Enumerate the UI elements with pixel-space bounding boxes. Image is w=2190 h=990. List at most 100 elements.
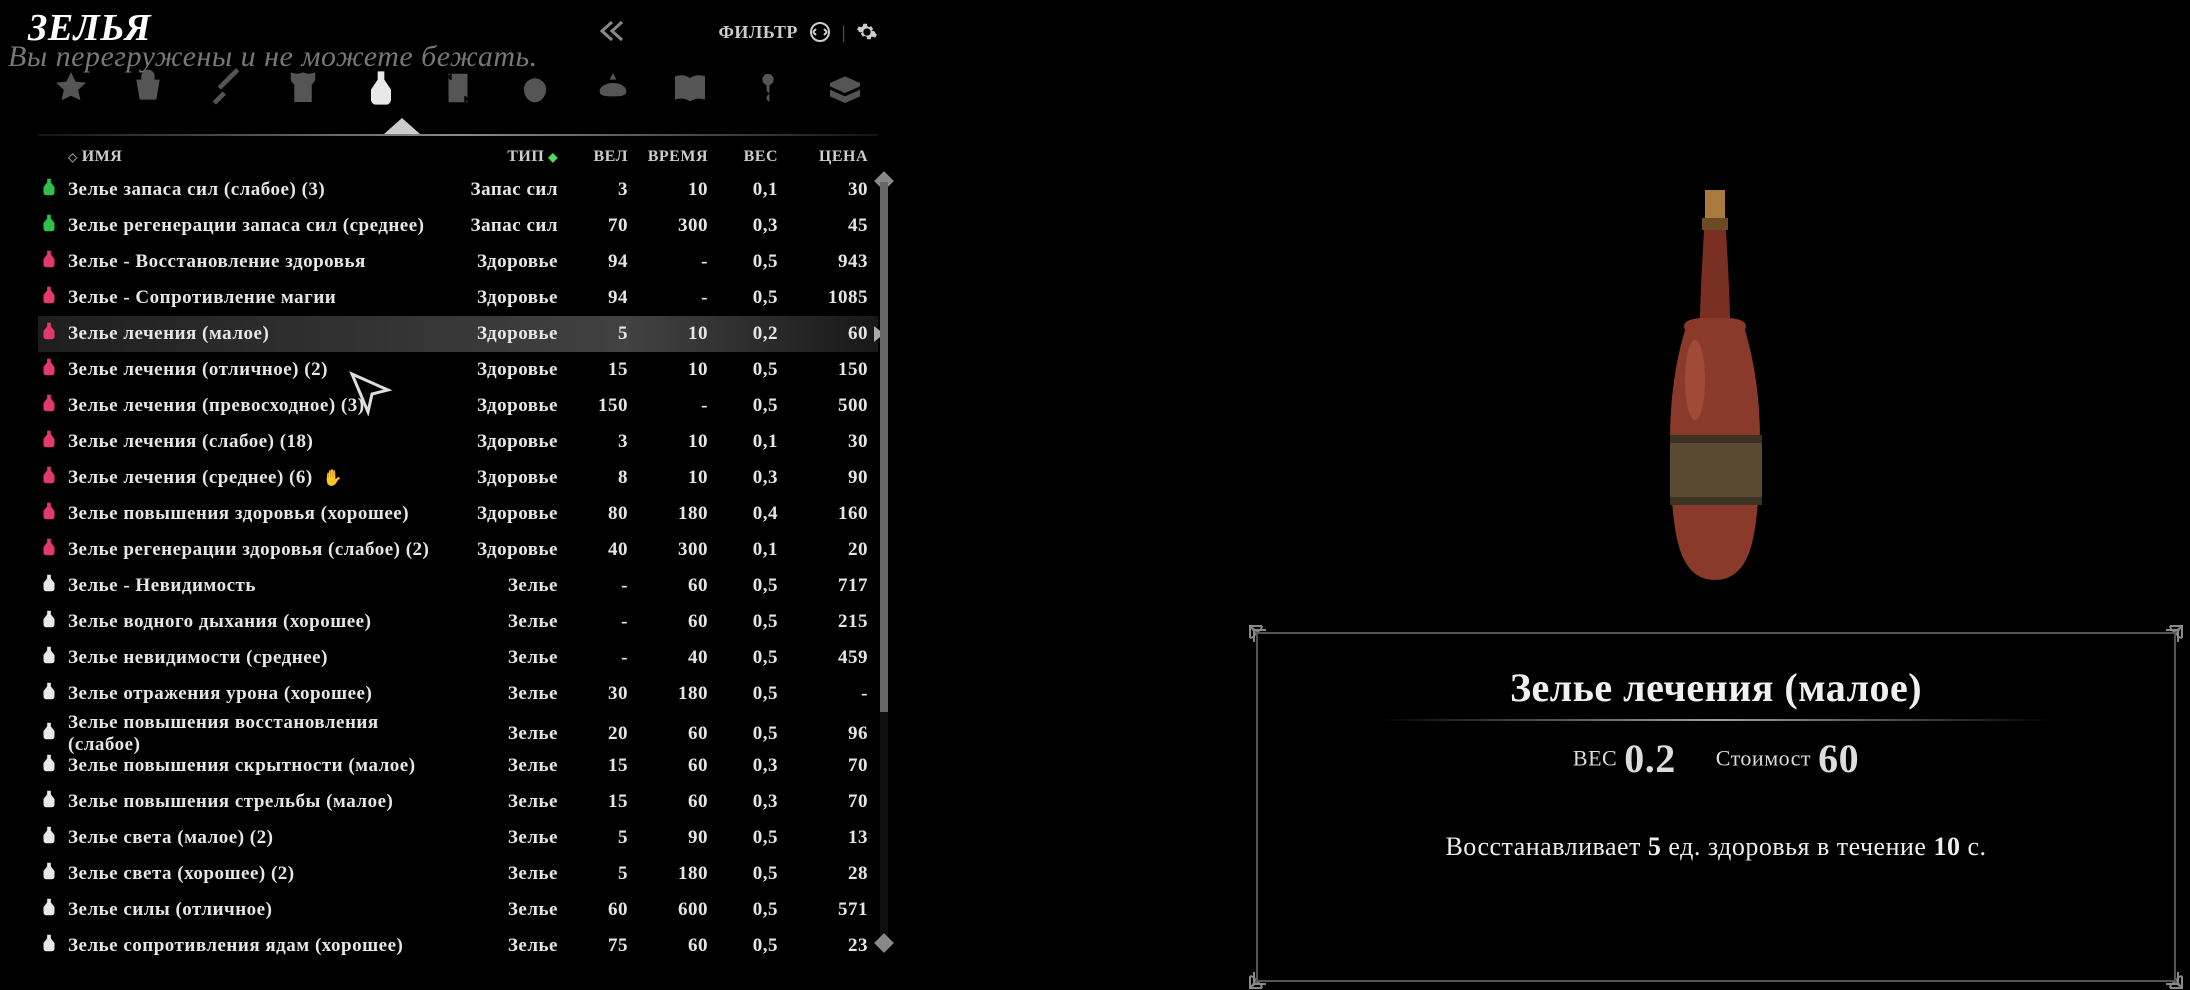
item-duration: -: [628, 287, 708, 309]
item-type: Здоровье: [448, 287, 558, 309]
item-magnitude: -: [558, 611, 628, 633]
item-row[interactable]: Зелье сопротивления ядам (хорошее) Зелье…: [38, 928, 878, 964]
item-magnitude: 5: [558, 863, 628, 885]
item-name: Зелье повышения стрельбы (малое): [68, 791, 448, 813]
corner-ornament-icon: [1248, 624, 1282, 658]
item-magnitude: 3: [558, 431, 628, 453]
item-weight: 0,1: [708, 179, 778, 201]
item-row[interactable]: Зелье силы (отличное) Зелье 60 600 0,5 5…: [38, 892, 878, 928]
gear-icon[interactable]: [856, 21, 878, 43]
item-duration: 10: [628, 179, 708, 201]
item-row[interactable]: Зелье водного дыхания (хорошее) Зелье - …: [38, 604, 878, 640]
item-name: Зелье лечения (среднее) (6)✋: [68, 467, 448, 489]
item-row[interactable]: Зелье лечения (превосходное) (3) Здоровь…: [38, 388, 878, 424]
item-weight: 0,5: [708, 827, 778, 849]
tab-armor[interactable]: [280, 65, 326, 111]
item-preview-image[interactable]: [1630, 180, 1800, 600]
item-type: Зелье: [448, 683, 558, 705]
tab-scrolls[interactable]: [435, 65, 481, 111]
col-dur[interactable]: ВРЕМЯ: [628, 148, 708, 166]
item-name: Зелье повышения восстановления (слабое): [68, 712, 448, 756]
item-value: 571: [778, 899, 868, 921]
item-weight: 0,5: [708, 683, 778, 705]
col-weight[interactable]: ВЕС: [708, 148, 778, 166]
weight-label: ВЕС: [1573, 746, 1617, 771]
item-row[interactable]: Зелье повышения восстановления (слабое) …: [38, 712, 878, 748]
item-row[interactable]: Зелье света (хорошее) (2) Зелье 5 180 0,…: [38, 856, 878, 892]
tab-ingredients[interactable]: [590, 65, 636, 111]
tab-keys[interactable]: [745, 65, 791, 111]
item-value: 30: [778, 179, 868, 201]
item-value: 60: [778, 323, 868, 345]
item-value: 45: [778, 215, 868, 237]
potion-icon: [38, 320, 60, 342]
tab-potions[interactable]: [358, 65, 404, 111]
tab-books[interactable]: [667, 65, 713, 111]
tab-all[interactable]: [125, 65, 171, 111]
item-name: Зелье - Восстановление здоровья: [68, 251, 448, 273]
item-weight: 0,1: [708, 539, 778, 561]
tab-weapons[interactable]: [203, 65, 249, 111]
item-row[interactable]: Зелье регенерации здоровья (слабое) (2) …: [38, 532, 878, 568]
item-row[interactable]: Зелье лечения (малое) Здоровье 5 10 0,2 …: [38, 316, 878, 352]
item-type: Здоровье: [448, 467, 558, 489]
filter-label[interactable]: ФИЛЬТР: [718, 22, 797, 43]
item-magnitude: 8: [558, 467, 628, 489]
item-name: Зелье - Сопротивление магии: [68, 287, 448, 309]
item-magnitude: 94: [558, 287, 628, 309]
item-row[interactable]: Зелье лечения (слабое) (18) Здоровье 3 1…: [38, 424, 878, 460]
grid-header[interactable]: ◇ИМЯ ТИП◆ ВЕЛ ВРЕМЯ ВЕС ЦЕНА: [38, 142, 878, 172]
item-name: Зелье отражения урона (хорошее): [68, 683, 448, 705]
item-weight: 0,5: [708, 647, 778, 669]
item-row[interactable]: Зелье запаса сил (слабое) (3) Запас сил …: [38, 172, 878, 208]
item-value: 96: [778, 723, 868, 745]
item-row[interactable]: Зелье света (малое) (2) Зелье 5 90 0,5 1…: [38, 820, 878, 856]
item-name: Зелье - Невидимость: [68, 575, 448, 597]
scrollbar[interactable]: [880, 182, 888, 942]
value-value: 60: [1818, 736, 1859, 781]
item-name: Зелье сопротивления ядам (хорошее): [68, 935, 448, 957]
item-value: 459: [778, 647, 868, 669]
item-name: Зелье света (хорошее) (2): [68, 863, 448, 885]
item-value: 1085: [778, 287, 868, 309]
potion-icon: [38, 428, 60, 450]
potion-icon: [38, 176, 60, 198]
potion-icon: [38, 752, 60, 774]
scrollbar-thumb[interactable]: [880, 182, 888, 712]
item-type: Зелье: [448, 647, 558, 669]
item-value: 717: [778, 575, 868, 597]
switch-view-icon[interactable]: [808, 20, 832, 44]
tab-food[interactable]: [512, 65, 558, 111]
item-row[interactable]: Зелье повышения здоровья (хорошее) Здоро…: [38, 496, 878, 532]
equipped-hand-icon: ✋: [323, 468, 343, 488]
item-magnitude: 5: [558, 827, 628, 849]
item-type: Зелье: [448, 611, 558, 633]
item-magnitude: 30: [558, 683, 628, 705]
item-weight: 0,2: [708, 323, 778, 345]
item-value: 70: [778, 755, 868, 777]
col-value[interactable]: ЦЕНА: [778, 148, 868, 166]
item-row[interactable]: Зелье - Невидимость Зелье - 60 0,5 717: [38, 568, 878, 604]
item-row[interactable]: Зелье регенерации запаса сил (среднее) З…: [38, 208, 878, 244]
potion-icon: [38, 392, 60, 414]
item-row[interactable]: Зелье лечения (отличное) (2) Здоровье 15…: [38, 352, 878, 388]
item-name: Зелье водного дыхания (хорошее): [68, 611, 448, 633]
tab-misc[interactable]: [822, 65, 868, 111]
item-row[interactable]: Зелье повышения стрельбы (малое) Зелье 1…: [38, 784, 878, 820]
item-type: Зелье: [448, 723, 558, 745]
item-row[interactable]: Зелье лечения (среднее) (6)✋ Здоровье 8 …: [38, 460, 878, 496]
tab-favorites[interactable]: [48, 65, 94, 111]
item-duration: 300: [628, 539, 708, 561]
back-chevrons-icon[interactable]: [598, 20, 626, 42]
item-magnitude: 80: [558, 503, 628, 525]
col-mag[interactable]: ВЕЛ: [558, 148, 628, 166]
item-row[interactable]: Зелье невидимости (среднее) Зелье - 40 0…: [38, 640, 878, 676]
item-row[interactable]: Зелье - Восстановление здоровья Здоровье…: [38, 244, 878, 280]
item-row[interactable]: Зелье отражения урона (хорошее) Зелье 30…: [38, 676, 878, 712]
weight-value: 0.2: [1624, 736, 1676, 781]
potion-icon: [38, 644, 60, 666]
item-magnitude: 94: [558, 251, 628, 273]
item-magnitude: 70: [558, 215, 628, 237]
item-magnitude: 150: [558, 395, 628, 417]
item-row[interactable]: Зелье - Сопротивление магии Здоровье 94 …: [38, 280, 878, 316]
